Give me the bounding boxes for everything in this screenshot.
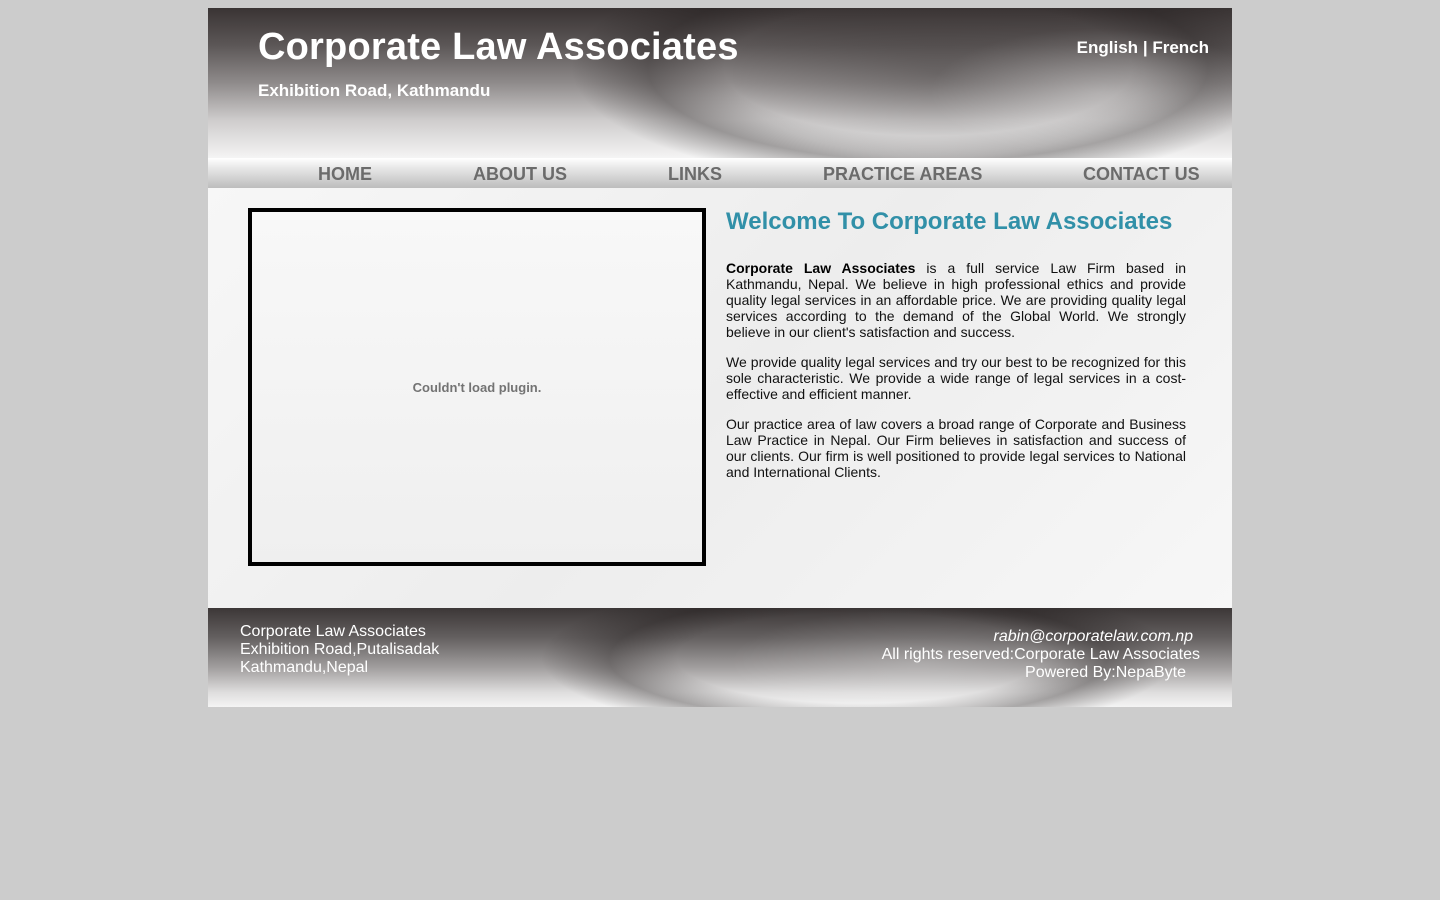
language-switcher: English | French xyxy=(1077,38,1209,58)
practice-paragraph: Our practice area of law covers a broad … xyxy=(726,416,1186,480)
main-content: Couldn't load plugin. Welcome To Corpora… xyxy=(208,188,1232,608)
language-separator: | xyxy=(1142,38,1148,57)
nav-item-practice-areas[interactable]: PRACTICE AREAS xyxy=(823,164,982,185)
powered-by-link[interactable]: NepaByte xyxy=(1116,664,1186,681)
footer-email-link[interactable]: rabin@corporatelaw.com.np xyxy=(994,628,1193,646)
powered-by-label: Powered By: xyxy=(1025,664,1116,681)
nav-item-about-us[interactable]: ABOUT US xyxy=(473,164,567,185)
nav-item-home[interactable]: HOME xyxy=(318,164,372,185)
language-french-link[interactable]: French xyxy=(1152,38,1209,57)
main-navigation: HOME ABOUT US LINKS PRACTICE AREAS CONTA… xyxy=(208,158,1232,188)
plugin-error-message: Couldn't load plugin. xyxy=(412,379,542,395)
footer-address: Corporate Law Associates Exhibition Road… xyxy=(240,623,439,677)
footer-address-line: Exhibition Road,Putalisadak xyxy=(240,641,440,658)
site-header: Corporate Law Associates Exhibition Road… xyxy=(208,8,1232,158)
firm-name-bold: Corporate Law Associates xyxy=(726,260,916,276)
plugin-placeholder[interactable]: Couldn't load plugin. xyxy=(248,208,706,566)
page-container: Corporate Law Associates Exhibition Road… xyxy=(208,8,1232,707)
footer-address-line: Kathmandu,Nepal xyxy=(240,659,369,676)
site-footer: Corporate Law Associates Exhibition Road… xyxy=(208,608,1232,707)
header-swirl-decoration xyxy=(728,8,1148,158)
language-english-link[interactable]: English xyxy=(1077,38,1138,57)
footer-powered-by: Powered By:NepaByte xyxy=(1025,664,1186,682)
welcome-heading: Welcome To Corporate Law Associates xyxy=(726,208,1173,235)
site-title: Corporate Law Associates xyxy=(258,26,739,68)
nav-item-links[interactable]: LINKS xyxy=(668,164,722,185)
footer-copyright: All rights reserved:Corporate Law Associ… xyxy=(881,646,1200,663)
site-subtitle: Exhibition Road, Kathmandu xyxy=(258,81,491,100)
services-paragraph: We provide quality legal services and tr… xyxy=(726,354,1186,402)
nav-item-contact-us[interactable]: CONTACT US xyxy=(1083,164,1200,185)
intro-text: Corporate Law Associates is a full servi… xyxy=(726,260,1186,494)
footer-address-line: Corporate Law Associates xyxy=(240,623,426,640)
intro-paragraph: Corporate Law Associates is a full servi… xyxy=(726,260,1186,340)
